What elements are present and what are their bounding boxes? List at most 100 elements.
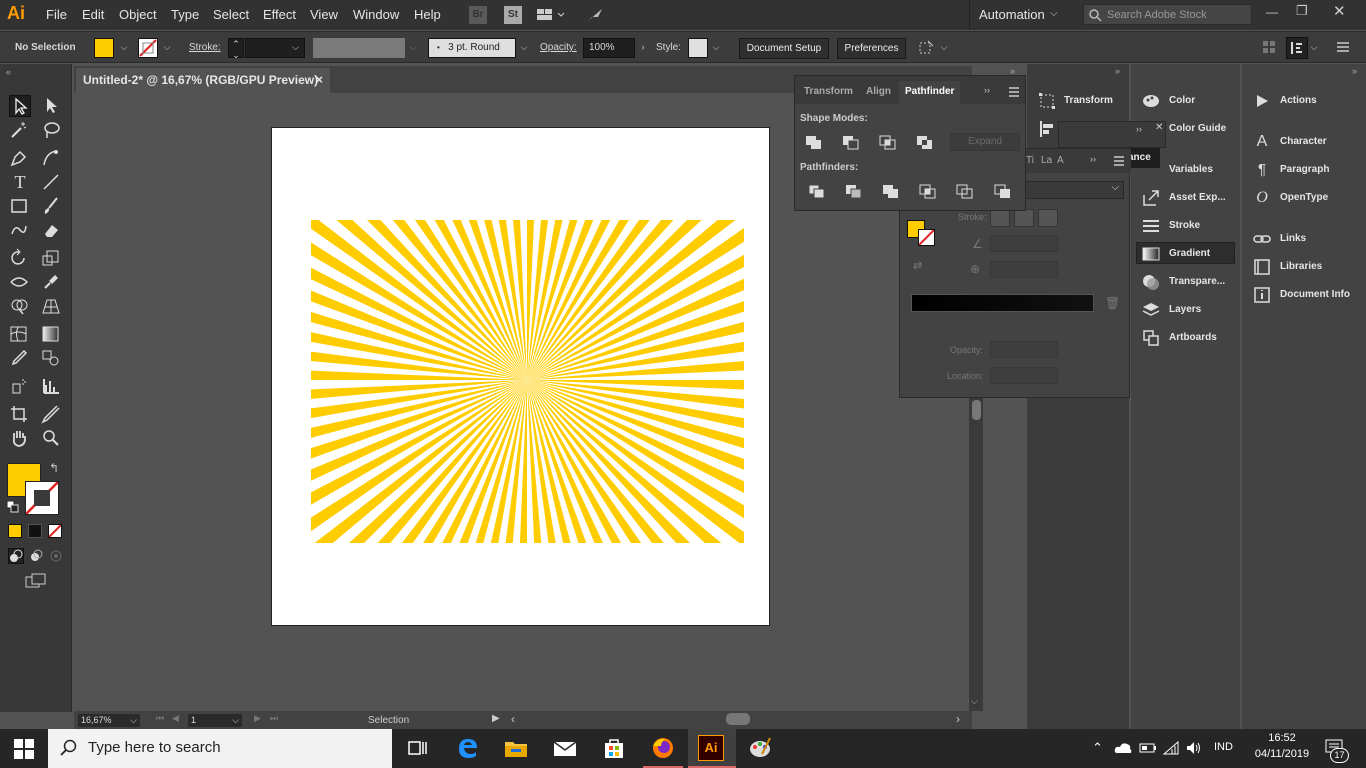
task-view-icon[interactable] [404,734,432,762]
stock-icon[interactable]: St [504,6,522,24]
dock-color[interactable]: Color [1169,95,1195,106]
vertical-scroll-thumb[interactable] [972,400,981,420]
intersect-icon[interactable] [879,135,897,151]
pen-tool-icon[interactable] [9,148,31,170]
menu-select[interactable]: Select [213,7,249,22]
zoom-tool-icon[interactable] [41,428,63,450]
network-icon[interactable] [1162,740,1180,756]
document-info-icon[interactable] [1253,286,1271,304]
blend-tool-icon[interactable] [41,348,63,370]
panel-menu-icon[interactable] [1113,155,1125,167]
minus-front-icon[interactable] [842,135,860,151]
chevron-down-icon[interactable]: ⌵ [937,38,951,58]
links-icon[interactable] [1253,230,1271,248]
artboards-icon[interactable] [1142,329,1160,347]
selection-tool-icon[interactable] [9,95,31,117]
gpu-performance-icon[interactable] [586,6,606,24]
chevron-down-icon[interactable]: ⌵ [406,38,420,58]
dock-variables[interactable]: Variables [1169,164,1213,175]
store-icon[interactable] [600,734,628,762]
edge-browser-icon[interactable] [454,734,482,762]
chevron-down-icon[interactable]: ⌵ [517,38,531,58]
stroke-color-box[interactable] [25,481,59,515]
horizontal-scroll-thumb[interactable] [726,713,750,725]
arrange-documents-icon[interactable] [536,7,566,23]
crop-icon[interactable] [919,184,937,200]
stroke-gradient-across-icon[interactable] [1038,209,1058,227]
expand-panels-icon[interactable]: » [1352,66,1357,76]
rotate-tool-icon[interactable] [9,248,31,270]
delete-stop-icon[interactable]: 🗑 [1105,296,1120,310]
stroke-gradient-within-icon[interactable] [990,209,1010,227]
swap-fill-stroke-icon[interactable]: ↰ [49,461,59,475]
stock-search-input[interactable]: Search Adobe Stock [1083,4,1252,25]
minimize-icon[interactable]: — [1266,5,1278,19]
paintbrush-tool-icon[interactable] [41,196,63,218]
menu-window[interactable]: Window [353,7,399,22]
dock-character[interactable]: Character [1280,136,1327,147]
line-segment-tool-icon[interactable] [41,172,63,194]
menu-effect[interactable]: Effect [263,7,296,22]
exclude-icon[interactable] [916,135,934,151]
artboard-tool-icon[interactable] [9,404,31,426]
scroll-down-icon[interactable]: ⌵ [971,696,978,707]
shaper-tool-icon[interactable] [9,220,31,242]
shape-builder-tool-icon[interactable] [9,296,31,318]
aspect-ratio-input[interactable] [990,261,1058,278]
column-graph-tool-icon[interactable] [41,376,63,398]
stroke-swatch[interactable] [138,38,158,58]
close-panel-icon[interactable]: ✕ [1155,122,1163,133]
paragraph-icon[interactable]: ¶ [1253,161,1271,179]
file-explorer-icon[interactable] [502,734,530,762]
preferences-button[interactable]: Preferences [837,38,906,59]
gradient-tab-1[interactable]: Ti [1026,155,1034,166]
chevron-right-icon[interactable]: › [636,38,650,58]
magic-wand-tool-icon[interactable] [9,120,31,142]
dock-paragraph[interactable]: Paragraph [1280,164,1329,175]
asset-export-icon[interactable] [1142,189,1160,207]
eyedropper-tool-icon[interactable] [9,348,31,370]
menu-type[interactable]: Type [171,7,199,22]
dock-color-guide[interactable]: Color Guide [1169,123,1226,134]
battery-icon[interactable] [1139,741,1157,755]
first-artboard-icon[interactable]: ⏮ [156,713,164,724]
trim-icon[interactable] [845,184,863,200]
stroke-gradient-along-icon[interactable] [1014,209,1034,227]
lasso-tool-icon[interactable] [41,120,63,142]
rectangle-tool-icon[interactable] [9,196,31,218]
align-icon[interactable] [1038,120,1056,138]
opentype-icon[interactable]: O [1253,189,1271,207]
transparency-icon[interactable] [1142,273,1160,291]
language-indicator[interactable]: IND [1214,741,1233,753]
none-mode-swatch[interactable] [48,524,62,538]
draw-behind-icon[interactable] [28,548,44,564]
next-artboard-icon[interactable]: ▶ [254,713,261,724]
paint-icon[interactable] [746,734,774,762]
symbol-sprayer-tool-icon[interactable] [9,376,31,398]
gradient-opacity-input[interactable] [990,341,1058,358]
tab-align[interactable]: Align [866,86,891,97]
change-screen-mode-icon[interactable] [25,573,47,589]
menu-file[interactable]: File [46,7,67,22]
dock-transparency[interactable]: Transpare... [1169,276,1225,287]
previous-artboard-icon[interactable]: ◀ [172,713,179,724]
last-artboard-icon[interactable]: ⏭ [270,713,278,724]
stroke-panel-icon[interactable] [1142,217,1160,235]
draw-inside-icon[interactable] [48,548,64,564]
transform-each-icon[interactable] [916,39,936,57]
slice-tool-icon[interactable] [41,404,63,426]
color-panel-icon[interactable] [1142,92,1160,110]
panel-menu-toggle-icon[interactable] [1286,37,1308,59]
gradient-tab-3[interactable]: A [1057,155,1064,166]
arrange-icon[interactable] [1262,40,1276,54]
dock-asset-export[interactable]: Asset Exp... [1169,192,1226,203]
dock-artboards[interactable]: Artboards [1169,332,1217,343]
gradient-tab-2[interactable]: La [1041,155,1052,166]
angle-input[interactable] [990,235,1058,252]
windows-start-icon[interactable] [14,739,34,759]
close-document-icon[interactable]: × [315,72,323,87]
scroll-right-icon[interactable]: › [956,712,960,726]
scroll-left-icon[interactable]: ‹ [511,712,515,726]
gradient-mode-swatch[interactable] [28,524,42,538]
dock-libraries[interactable]: Libraries [1280,261,1322,272]
